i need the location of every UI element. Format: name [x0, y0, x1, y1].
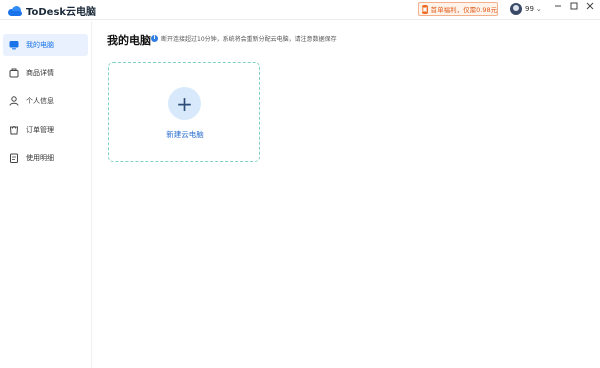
- promo-text: 首单福利，仅需0.98元: [430, 6, 498, 14]
- person-icon: [9, 96, 19, 106]
- app-logo: ToDesk云电脑: [8, 3, 96, 18]
- info-icon: i: [151, 35, 158, 42]
- plus-icon: +: [176, 91, 193, 116]
- monitor-icon: [9, 40, 19, 50]
- app-name: ToDesk云电脑: [26, 7, 97, 18]
- sidebar-item-my-computer[interactable]: 我的电脑: [3, 34, 88, 56]
- sidebar-item-label: 商品详情: [26, 69, 54, 77]
- avatar: [510, 3, 522, 15]
- sidebar-item-label: 使用明细: [26, 154, 54, 162]
- maximize-button[interactable]: [568, 2, 580, 13]
- sidebar-item-label: 订单管理: [26, 126, 54, 134]
- close-icon: [586, 2, 594, 10]
- add-button[interactable]: +: [168, 87, 201, 120]
- gift-icon: ▣: [422, 4, 428, 14]
- minimize-icon: [555, 5, 561, 7]
- sidebar-item-label: 我的电脑: [26, 41, 54, 49]
- notice: i 断开连接超过10分钟，系统将会重新分配云电脑，请注意数据保存: [151, 34, 337, 43]
- sidebar-item-order-management[interactable]: 订单管理: [3, 119, 88, 141]
- new-cloud-computer-label: 新建云电脑: [166, 130, 204, 139]
- order-icon: [9, 125, 19, 135]
- user-menu[interactable]: 99 ⌄: [510, 3, 542, 15]
- sidebar-item-product-details[interactable]: 商品详情: [3, 62, 88, 84]
- promo-banner[interactable]: ▣ 首单福利，仅需0.98元: [418, 2, 498, 16]
- sidebar-item-label: 个人信息: [26, 97, 54, 105]
- cloud-logo-icon: [8, 5, 22, 16]
- notice-text: 断开连接超过10分钟，系统将会重新分配云电脑，请注意数据保存: [161, 36, 337, 43]
- sidebar-item-usage-details[interactable]: 使用明细: [3, 147, 88, 169]
- maximize-icon: [570, 2, 578, 10]
- user-name: 99: [525, 5, 534, 13]
- chevron-down-icon: ⌄: [535, 5, 542, 13]
- sidebar: 我的电脑 商品详情 个人信息 订单管理 使用明细: [0, 21, 92, 368]
- page-title: 我的电脑: [107, 34, 151, 47]
- product-icon: [9, 68, 19, 78]
- new-cloud-computer-card[interactable]: + 新建云电脑: [108, 62, 260, 162]
- sidebar-item-personal-info[interactable]: 个人信息: [3, 90, 88, 112]
- usage-icon: [9, 153, 19, 163]
- minimize-button[interactable]: [552, 2, 564, 13]
- title-bar: ToDesk云电脑 ▣ 首单福利，仅需0.98元 99 ⌄: [0, 0, 600, 20]
- close-button[interactable]: [584, 2, 596, 13]
